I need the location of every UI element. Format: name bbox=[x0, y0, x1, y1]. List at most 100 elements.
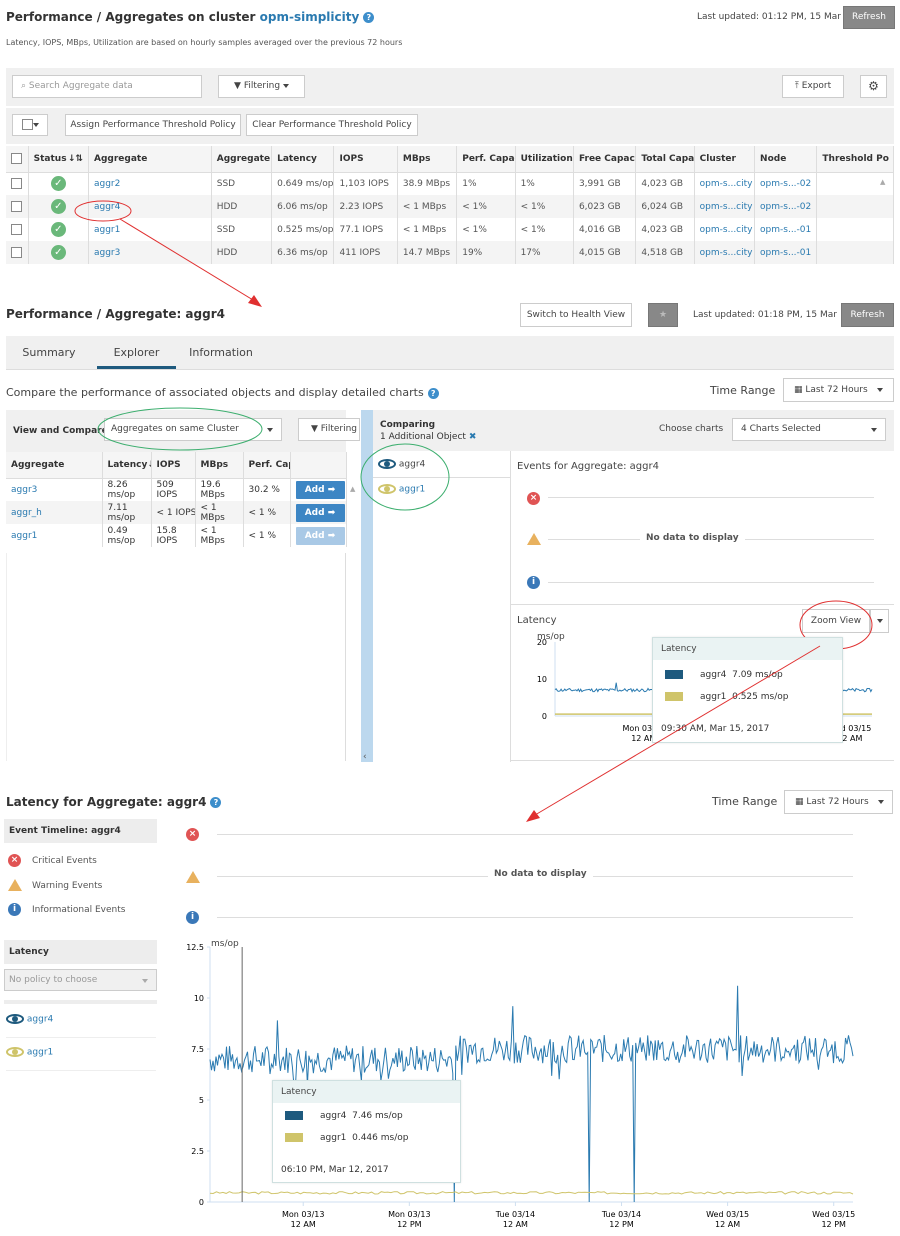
select-all-dropdown[interactable] bbox=[12, 114, 48, 136]
col-latency[interactable]: Latency↓ bbox=[102, 452, 152, 479]
settings-button[interactable]: ⚙ bbox=[860, 75, 887, 98]
cell-mbps: < 1 MBps bbox=[402, 224, 447, 235]
assign-policy-button[interactable]: Assign Performance Threshold Policy bbox=[65, 114, 241, 136]
help-icon[interactable]: ? bbox=[427, 387, 439, 399]
arrow-right-icon: ➡ bbox=[327, 507, 336, 518]
cell-iops: 1,103 IOPS bbox=[339, 178, 389, 189]
zoom-object-aggr1[interactable]: aggr1 bbox=[6, 1047, 156, 1071]
detail-refresh-button[interactable]: Refresh bbox=[841, 303, 894, 327]
y-tick-label: 2.5 bbox=[191, 1147, 204, 1156]
col-aggregate[interactable]: Aggregate bbox=[88, 146, 212, 173]
col-utilization[interactable]: Utilization bbox=[515, 146, 574, 173]
zoom-object-aggr4[interactable]: aggr4 bbox=[6, 1014, 156, 1038]
node-link[interactable]: opm-s...-02 bbox=[760, 202, 811, 212]
col-threshold-policy[interactable]: Threshold Po bbox=[816, 146, 894, 173]
warning-icon bbox=[8, 879, 22, 891]
cluster-link[interactable]: opm-s...city bbox=[700, 202, 753, 212]
col-status[interactable]: Status ↓⇅ bbox=[28, 146, 89, 173]
info-event-line bbox=[548, 582, 874, 583]
refresh-button[interactable]: Refresh bbox=[843, 6, 895, 29]
aggregate-link[interactable]: aggr1 bbox=[11, 531, 37, 541]
aggregate-link[interactable]: aggr_h bbox=[11, 508, 42, 518]
cell-perf_cap: 19% bbox=[462, 247, 483, 258]
cell-total: 4,023 GB bbox=[641, 224, 684, 235]
node-link[interactable]: opm-s...-01 bbox=[760, 225, 811, 235]
add-button: Add ➡ bbox=[295, 526, 345, 545]
choose-charts-select[interactable]: 4 Charts Selected bbox=[732, 418, 886, 441]
tab-explorer[interactable]: Explorer bbox=[97, 336, 176, 369]
table-row[interactable]: ✓ aggr2 SSD 0.649 ms/op 1,103 IOPS 38.9 MBps 1… bbox=[6, 172, 894, 195]
col-node[interactable]: Node bbox=[754, 146, 818, 173]
col-cluster[interactable]: Cluster bbox=[694, 146, 756, 173]
eye-icon[interactable] bbox=[6, 1014, 24, 1024]
col-aggregate[interactable]: Aggregate bbox=[6, 452, 103, 479]
cluster-link[interactable]: opm-s...city bbox=[700, 225, 753, 235]
collapse-icon[interactable]: ‹ bbox=[363, 752, 367, 762]
sort-icon[interactable]: ↓⇅ bbox=[68, 154, 83, 164]
help-icon[interactable]: ? bbox=[363, 12, 375, 23]
gear-icon: ⚙ bbox=[868, 79, 879, 93]
latency-chart-label: Latency bbox=[517, 615, 557, 626]
help-icon[interactable]: ? bbox=[210, 797, 222, 808]
cluster-link[interactable]: opm-s...city bbox=[700, 248, 753, 258]
search-input[interactable]: ⌕ Search Aggregate data bbox=[12, 75, 202, 98]
col-type[interactable]: Aggregate Ty bbox=[211, 146, 273, 173]
cell-free: 6,023 GB bbox=[578, 201, 621, 212]
col-mbps[interactable]: MBps bbox=[195, 452, 244, 479]
col-latency[interactable]: Latency bbox=[271, 146, 335, 173]
latency-section-header: Latency bbox=[4, 940, 157, 964]
compare-filtering-button[interactable]: ▼ Filtering bbox=[298, 418, 360, 441]
col-total-capacity[interactable]: Total Capaci bbox=[635, 146, 695, 173]
select-all-checkbox[interactable] bbox=[11, 153, 22, 165]
favorite-button[interactable]: ★ bbox=[648, 303, 678, 327]
scrollbar-up-arrow[interactable]: ▲ bbox=[880, 178, 885, 186]
add-button[interactable]: Add ➡ bbox=[295, 480, 345, 499]
info-event-line bbox=[217, 917, 853, 918]
col-iops[interactable]: IOPS bbox=[333, 146, 398, 173]
cell-latency: 7.11 bbox=[107, 502, 128, 513]
tab-summary[interactable]: Summary bbox=[14, 336, 84, 369]
export-button[interactable]: ⤒ Export bbox=[782, 75, 844, 98]
row-checkbox[interactable] bbox=[11, 178, 23, 190]
x-tick-label: Mon 03/13 bbox=[388, 1210, 430, 1219]
zoom-time-range-select[interactable]: ▦ Last 72 Hours bbox=[784, 790, 893, 814]
tab-information[interactable]: Information bbox=[181, 336, 261, 369]
policy-select[interactable]: No policy to choose bbox=[4, 969, 157, 991]
col-perf-capacity[interactable]: Perf. Capacit bbox=[456, 146, 516, 173]
tooltip-time: 06:10 PM, Mar 12, 2017 bbox=[281, 1165, 389, 1175]
legend-critical: Critical Events bbox=[32, 856, 97, 866]
cell-mbps: < 1 MBps bbox=[402, 201, 447, 212]
zoom-chart-tooltip: Latency aggr4 7.46 ms/op aggr1 0.446 ms/… bbox=[272, 1080, 461, 1183]
cluster-link[interactable]: opm-simplicity bbox=[260, 10, 360, 24]
star-icon: ★ bbox=[658, 310, 668, 320]
node-link[interactable]: opm-s...-02 bbox=[760, 179, 811, 189]
col-mbps[interactable]: MBps bbox=[397, 146, 458, 173]
view-compare-label: View and Compare bbox=[13, 426, 108, 436]
cluster-link[interactable]: opm-s...city bbox=[700, 179, 753, 189]
y-tick-label: 7.5 bbox=[191, 1045, 204, 1054]
cell-mbps: 19.6 bbox=[200, 479, 221, 490]
add-button[interactable]: Add ➡ bbox=[295, 503, 345, 522]
aggregate-link[interactable]: aggr3 bbox=[11, 485, 37, 495]
y-tick-label: 5 bbox=[199, 1096, 204, 1105]
chevron-down-icon bbox=[142, 979, 148, 983]
cell-perf_cap: < 1% bbox=[462, 224, 487, 235]
col-free-capacity[interactable]: Free Capacit bbox=[573, 146, 637, 173]
col-iops[interactable]: IOPS bbox=[151, 452, 196, 479]
switch-health-view-button[interactable]: Switch to Health View bbox=[520, 303, 632, 327]
no-data-message: No data to display bbox=[488, 869, 593, 879]
col-perf-cap[interactable]: Perf. Cap bbox=[243, 452, 291, 479]
info-icon: i bbox=[8, 903, 21, 916]
aggregate-link[interactable]: aggr2 bbox=[94, 179, 120, 189]
time-range-select[interactable]: ▦ Last 72 Hours bbox=[783, 378, 894, 402]
cell-iops: 77.1 IOPS bbox=[339, 224, 384, 235]
filtering-button[interactable]: ▼ Filtering bbox=[218, 75, 305, 98]
critical-icon: × bbox=[527, 492, 540, 505]
node-link[interactable]: opm-s...-01 bbox=[760, 248, 811, 258]
chevron-down-icon bbox=[32, 122, 39, 127]
comparing-label: Comparing bbox=[380, 420, 436, 430]
eye-icon[interactable] bbox=[6, 1047, 24, 1057]
clear-comparison-icon[interactable]: ✖ bbox=[469, 432, 477, 442]
clear-policy-button[interactable]: Clear Performance Threshold Policy bbox=[246, 114, 418, 136]
cell-perf-cap: < 1 % bbox=[248, 507, 277, 518]
